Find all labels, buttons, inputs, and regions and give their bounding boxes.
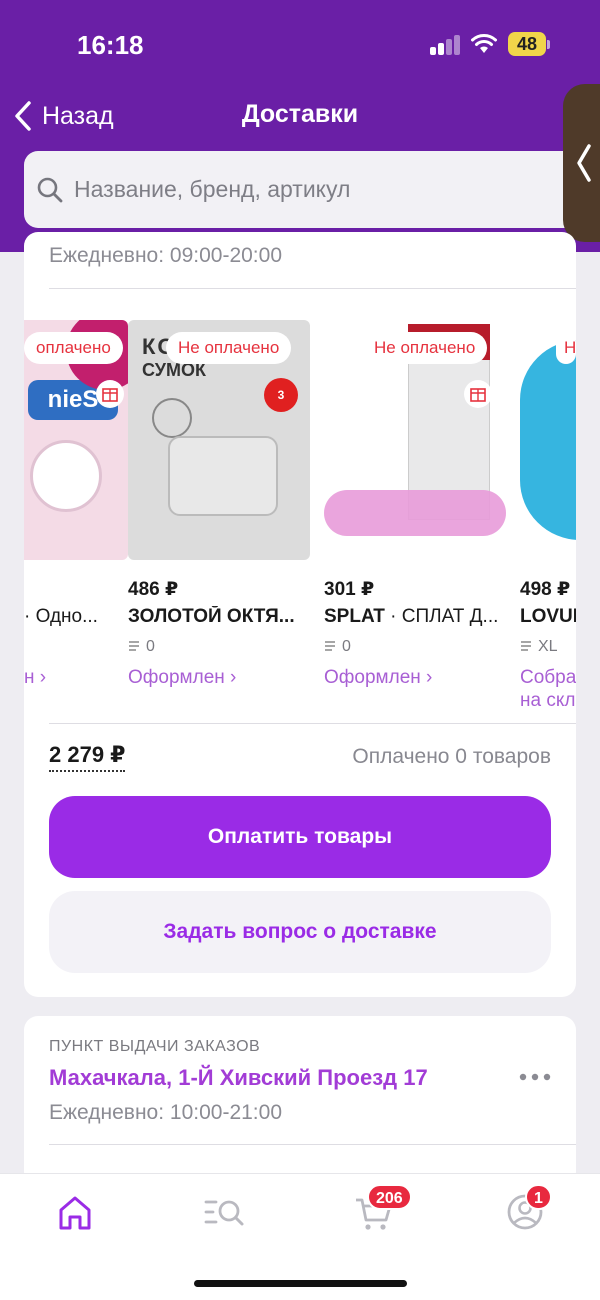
product-qty-value: XL (538, 638, 558, 655)
wifi-icon (471, 34, 497, 53)
product-status[interactable]: Собра на скл (520, 666, 576, 712)
pickup-point-card[interactable]: ПУНКТ ВЫДАЧИ ЗАКАЗОВ Махачкала, 1-Й Хивс… (24, 1016, 576, 1186)
page-title: Доставки (241, 100, 359, 128)
product-status[interactable]: Оформлен › (128, 666, 236, 689)
pay-button[interactable]: Оплатить товары (49, 796, 551, 878)
delivery-card: Ежедневно: 09:00-20:00 nieS оплачено · О… (24, 232, 576, 997)
search-input[interactable] (74, 176, 554, 203)
side-panel-handle[interactable] (563, 84, 600, 242)
ask-question-button[interactable]: Задать вопрос о доставке (49, 891, 551, 973)
pickup-box-icon (464, 380, 492, 408)
tab-home[interactable] (50, 1190, 100, 1234)
payment-status-badge: Н (556, 332, 576, 364)
product-carousel[interactable]: nieS оплачено · Одно... н › КО СУМОК 3 Н… (24, 320, 576, 720)
product-qty-value: 0 (342, 638, 351, 655)
more-options-icon[interactable] (518, 1070, 552, 1084)
paid-count: Оплачено 0 товаров (352, 745, 551, 768)
product-name: LOVUL (520, 606, 576, 627)
home-indicator (194, 1280, 407, 1287)
product-status-line: Собра (520, 667, 576, 688)
product-status-line: на скл (520, 690, 576, 711)
tab-catalog[interactable] (200, 1190, 250, 1234)
cellular-signal-icon (430, 35, 462, 55)
search-bar[interactable] (24, 151, 584, 228)
divider (49, 723, 576, 724)
header: 16:18 48 Назад Доставки (0, 0, 600, 252)
divider (49, 1144, 576, 1145)
battery-level: 48 (508, 32, 546, 56)
pickup-box-icon (96, 380, 124, 408)
product-price: 498 ₽ (520, 579, 571, 600)
product-qty-value: 0 (146, 638, 155, 655)
product-name-rest: · СПЛАТ Д... (384, 606, 499, 627)
product-status[interactable]: н › (24, 666, 46, 689)
payment-status-badge: Не оплачено (166, 332, 292, 364)
payment-status-badge: Не оплачено (362, 332, 488, 364)
delivery-hours: Ежедневно: 09:00-20:00 (49, 244, 282, 267)
battery-tip (547, 40, 550, 49)
product-qty: XL (520, 638, 558, 656)
search-icon (37, 177, 63, 202)
payment-status-badge: оплачено (24, 332, 123, 364)
home-icon (59, 1196, 91, 1230)
profile-notification-badge: 1 (525, 1184, 552, 1210)
product-qty: 0 (128, 638, 155, 656)
product-name: ЗОЛОТОЙ ОКТЯ... (128, 606, 295, 627)
list-icon (129, 641, 139, 651)
product-brand: SPLAT (324, 606, 385, 627)
product-qty: 0 (324, 638, 351, 656)
pickup-point-hours: Ежедневно: 10:00-21:00 (49, 1101, 282, 1124)
chevron-left-icon (577, 144, 591, 182)
list-icon (521, 641, 531, 651)
pickup-point-label: ПУНКТ ВЫДАЧИ ЗАКАЗОВ (49, 1038, 261, 1055)
pickup-point-address[interactable]: Махачкала, 1-Й Хивский Проезд 17 (49, 1065, 428, 1091)
list-icon (325, 641, 335, 651)
product-status[interactable]: Оформлен › (324, 666, 432, 689)
product-price: 301 ₽ (324, 579, 375, 600)
catalog-search-icon (204, 1200, 244, 1226)
cart-count-badge: 206 (367, 1184, 412, 1210)
divider (49, 288, 576, 289)
product-name: SPLAT · СПЛАТ Д... (324, 606, 514, 628)
order-total[interactable]: 2 279 ₽ (49, 742, 126, 772)
status-time: 16:18 (77, 30, 144, 60)
product-price: 486 ₽ (128, 579, 179, 600)
